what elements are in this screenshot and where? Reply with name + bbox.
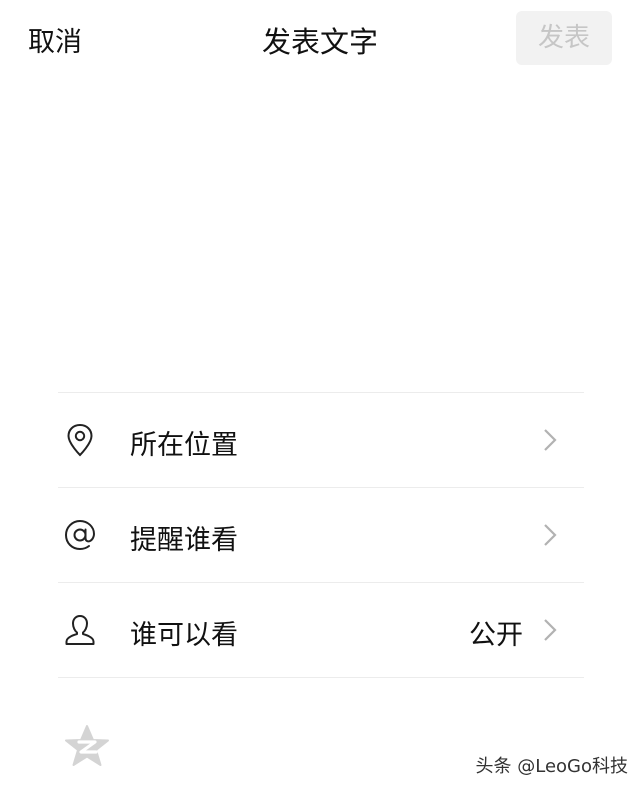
publish-button[interactable]: 发表 [516, 11, 612, 65]
post-options-list: 所在位置 提醒谁看 谁可以看 公开 [0, 392, 640, 678]
post-text-screen: 取消 发表文字 发表 所在位置 提醒谁看 谁可以看 公开 头条 @LeoGo科技 [0, 0, 640, 787]
location-pin-icon [67, 423, 93, 457]
option-label: 谁可以看 [130, 620, 238, 651]
option-remind[interactable]: 提醒谁看 [0, 488, 640, 582]
qzone-star-icon[interactable] [64, 724, 110, 768]
at-sign-icon [64, 519, 96, 551]
visibility-value: 公开 [469, 620, 523, 651]
watermark-text: 头条 @LeoGo科技 [475, 756, 628, 777]
person-icon [65, 615, 95, 645]
divider [58, 677, 584, 678]
post-text-input[interactable] [40, 90, 600, 370]
top-bar: 取消 发表文字 发表 [0, 0, 640, 80]
option-location[interactable]: 所在位置 [0, 393, 640, 487]
chevron-right-icon [544, 429, 557, 451]
chevron-right-icon [544, 619, 557, 641]
chevron-right-icon [544, 524, 557, 546]
option-label: 提醒谁看 [130, 525, 238, 556]
option-visibility[interactable]: 谁可以看 公开 [0, 583, 640, 677]
option-label: 所在位置 [130, 430, 238, 461]
